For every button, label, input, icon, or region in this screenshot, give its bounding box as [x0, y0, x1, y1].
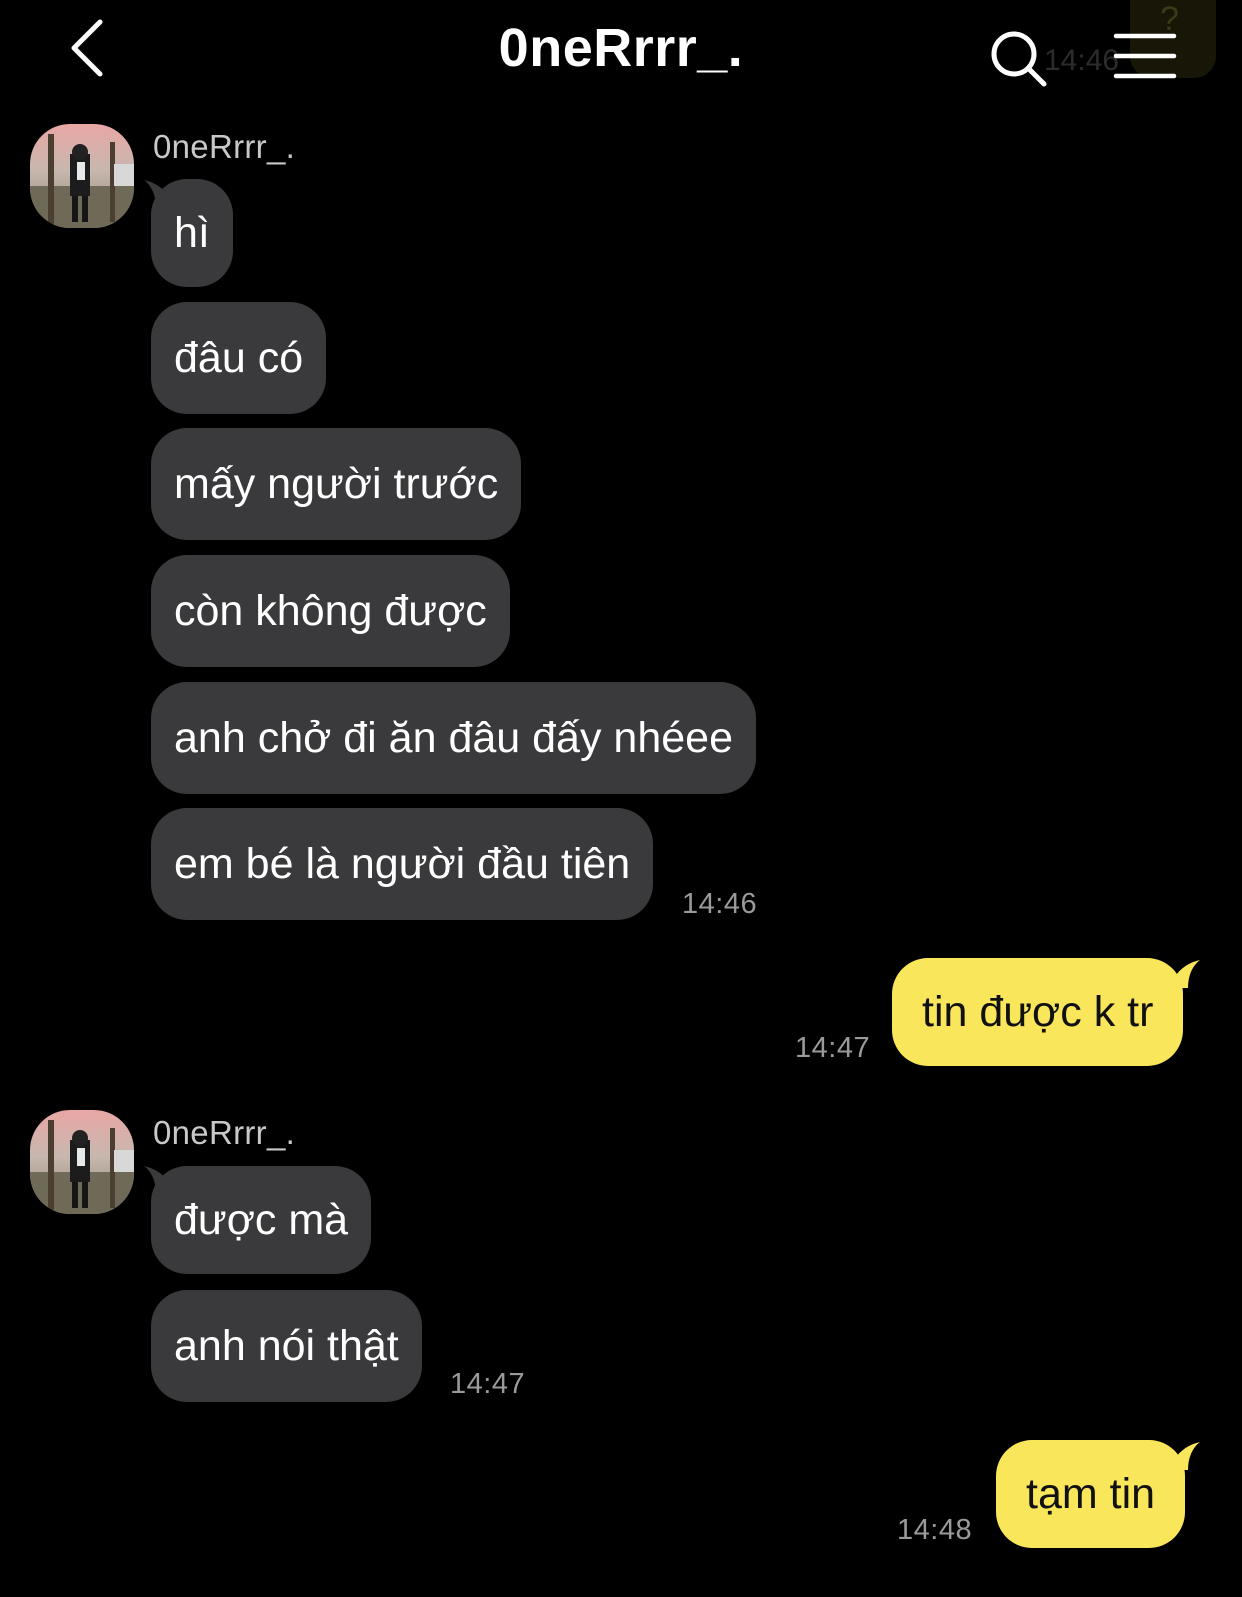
message-timestamp: 14:47: [450, 1368, 526, 1400]
chat-header: ? 14:46 0neRrrr_.: [0, 0, 1242, 100]
chat-title: 0neRrrr_.: [498, 18, 744, 78]
incoming-message[interactable]: mấy người trước: [151, 428, 522, 540]
search-button[interactable]: [990, 30, 1050, 90]
sender-avatar[interactable]: [30, 124, 134, 228]
message-timestamp: 14:47: [795, 1032, 871, 1064]
incoming-message[interactable]: còn không được: [151, 555, 510, 667]
hamburger-menu-icon: [1113, 33, 1177, 79]
incoming-message[interactable]: em bé là người đầu tiên: [151, 808, 654, 920]
message-timestamp: 14:46: [682, 888, 758, 920]
sender-avatar[interactable]: [30, 1110, 134, 1214]
avatar-photo: [30, 124, 134, 228]
incoming-message[interactable]: hì: [151, 179, 233, 287]
incoming-message[interactable]: anh chở đi ăn đâu đấy nhéee: [151, 682, 756, 794]
incoming-message[interactable]: đâu có: [151, 302, 327, 414]
avatar-photo: [30, 1110, 134, 1214]
menu-button[interactable]: [1112, 30, 1178, 82]
search-icon: [991, 31, 1047, 87]
outgoing-message[interactable]: tin được k tr: [892, 958, 1184, 1066]
incoming-message[interactable]: anh nói thật: [151, 1290, 422, 1402]
outgoing-message[interactable]: tạm tin: [996, 1440, 1186, 1548]
incoming-message[interactable]: được mà: [151, 1166, 372, 1274]
sender-name: 0neRrrr_.: [153, 1114, 296, 1151]
sender-name: 0neRrrr_.: [153, 128, 296, 165]
message-timestamp: 14:48: [897, 1514, 973, 1546]
